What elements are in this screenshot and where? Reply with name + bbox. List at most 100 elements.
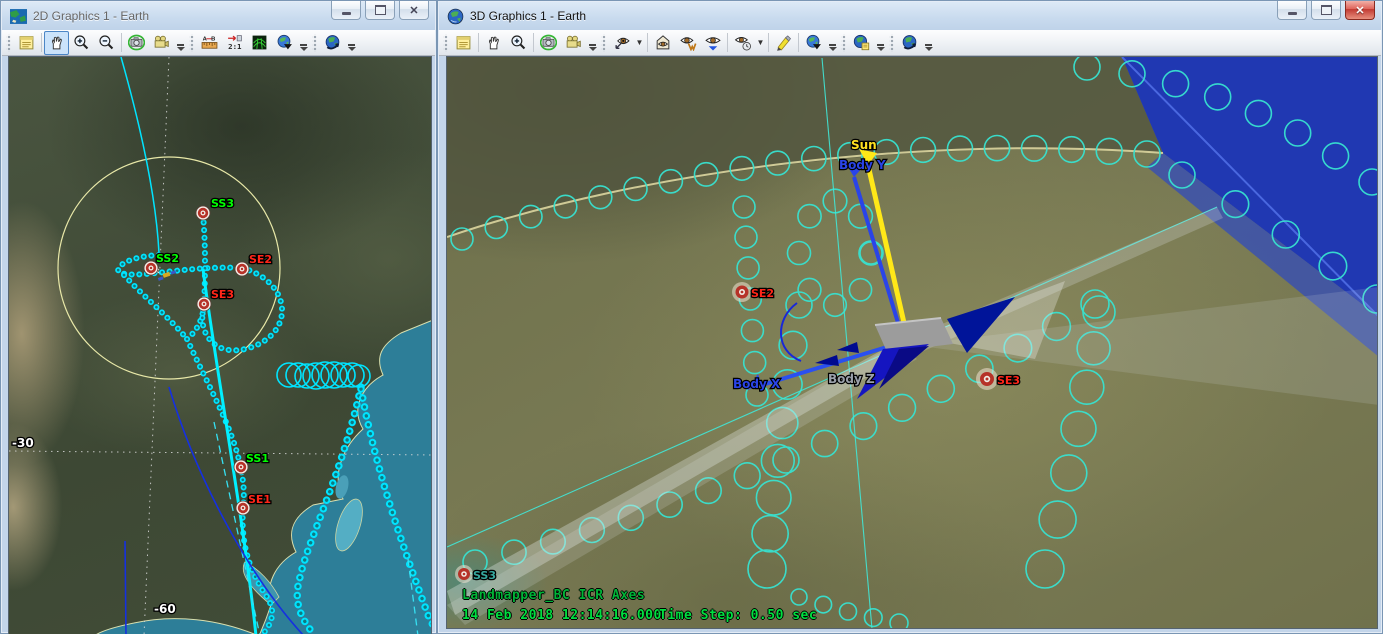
axes-status-label: Landmapper_BC ICR Axes (462, 588, 645, 603)
view-time-eye-icon (734, 34, 752, 51)
pan-button[interactable] (481, 31, 506, 55)
satellite-marker[interactable] (976, 368, 998, 390)
view-from-dropdown[interactable]: ▼ (634, 32, 645, 54)
zoom-in-button[interactable] (69, 31, 94, 55)
snapshot-camera-icon (540, 34, 557, 51)
toolbar-overflow-button[interactable] (345, 32, 358, 54)
view-time-options-button[interactable] (730, 31, 755, 55)
center-globe-icon (276, 34, 293, 51)
center-on-globe-button[interactable] (801, 31, 826, 55)
restore-button[interactable] (1311, 1, 1341, 20)
toolbar-grip[interactable] (889, 34, 894, 52)
overflow-arrow-icon (589, 47, 597, 51)
satellite-marker[interactable] (197, 297, 211, 311)
overflow-arrow-icon (177, 47, 185, 51)
toolbar-grip[interactable] (601, 34, 606, 52)
body-y-label: Body Y (839, 158, 886, 172)
zoom-in-button[interactable] (506, 31, 531, 55)
center-on-globe-button[interactable] (272, 31, 297, 55)
overflow-icon (589, 44, 596, 46)
record-movie-button[interactable] (561, 31, 586, 55)
toolbar-separator (121, 33, 122, 52)
zoom-out-icon (98, 34, 115, 51)
caption-buttons-3d: ✕ (1277, 1, 1375, 20)
overflow-icon (877, 44, 884, 46)
restore-button[interactable] (365, 1, 395, 20)
globe-contents-button[interactable] (849, 31, 874, 55)
window-3d-graphics: 3D Graphics 1 - Earth ✕ (437, 0, 1383, 634)
pan-hand-icon (485, 34, 502, 51)
home-view-eye-icon (654, 34, 672, 51)
globe-manager-button[interactable] (320, 31, 345, 55)
time-step-label: Time Step: 0.50 sec (659, 608, 817, 623)
satellite-marker[interactable] (455, 565, 473, 583)
overflow-arrow-icon (925, 47, 933, 51)
toolbar-2d: A B 2:1 (2, 30, 435, 56)
zoom-to-view-button[interactable] (700, 31, 725, 55)
globe-manager-icon (324, 34, 341, 51)
view-3d-viewport[interactable]: Sun Body Y Body X Body Z SE2 SE3 SS3 Lan… (446, 56, 1378, 629)
zoom-ratio-button[interactable]: 2:1 (222, 31, 247, 55)
svg-text:A: A (203, 36, 208, 42)
toolbar-overflow-button[interactable] (874, 32, 887, 54)
satellite-model[interactable] (747, 149, 1015, 399)
scenario-time-label: 14 Feb 2018 12:14:16.000 (462, 608, 662, 623)
snapshot-button[interactable] (124, 31, 149, 55)
properties-button[interactable] (451, 31, 476, 55)
minimize-button[interactable] (1277, 1, 1307, 20)
satellite-marker[interactable] (196, 206, 210, 220)
stored-views-eye-icon (679, 34, 697, 51)
overflow-arrow-icon (300, 47, 308, 51)
toolbar-grip[interactable] (312, 34, 317, 52)
toolbar-separator (798, 33, 799, 52)
satellite-label: SS3 (473, 569, 496, 582)
toolbar-grip[interactable] (443, 34, 448, 52)
restore-icon (375, 5, 386, 15)
toolbar-overflow-button[interactable] (922, 32, 935, 54)
zoom-in-icon (73, 34, 90, 51)
stored-views-button[interactable] (675, 31, 700, 55)
overflow-icon (348, 44, 355, 46)
measure-distance-button[interactable]: A B (197, 31, 222, 55)
overflow-icon (925, 44, 932, 46)
home-view-button[interactable] (650, 31, 675, 55)
map-2d-viewport[interactable]: SS3 SS2 SE2 SE3 SS1 SE1 -30 -60 (8, 56, 432, 634)
record-movie-button[interactable] (149, 31, 174, 55)
meridian-line (144, 57, 169, 634)
overflow-icon (177, 44, 184, 46)
minimize-button[interactable] (331, 1, 361, 20)
toolbar-separator (533, 33, 534, 52)
pencil-icon (775, 34, 792, 51)
view-from-button[interactable] (609, 31, 634, 55)
center-globe-icon (805, 34, 822, 51)
titlebar-3d[interactable]: 3D Graphics 1 - Earth (439, 2, 1381, 30)
toolbar-overflow-button[interactable] (297, 32, 310, 54)
body-x-label: Body X (733, 377, 781, 391)
globe-manager-button[interactable] (897, 31, 922, 55)
view-from-eye-icon (613, 34, 631, 51)
zoom-to-eye-icon (704, 34, 722, 51)
view-time-dropdown[interactable]: ▼ (755, 32, 766, 54)
zoom-out-button[interactable] (94, 31, 119, 55)
svg-text:2:1: 2:1 (228, 42, 242, 51)
edit-graphics-button[interactable] (771, 31, 796, 55)
pan-button[interactable] (44, 31, 69, 55)
map-graphics-icon (251, 34, 268, 51)
satellite-marker[interactable] (235, 262, 249, 276)
close-button[interactable]: ✕ (399, 1, 429, 20)
toolbar-grip[interactable] (841, 34, 846, 52)
toolbar-grip[interactable] (189, 34, 194, 52)
toolbar-grip[interactable] (6, 34, 11, 52)
measure-ruler-icon: A B (201, 34, 218, 51)
map-graphics-button[interactable] (247, 31, 272, 55)
sun-vector (868, 165, 907, 336)
toolbar-overflow-button[interactable] (826, 32, 839, 54)
properties-button[interactable] (14, 31, 39, 55)
snapshot-button[interactable] (536, 31, 561, 55)
record-movie-icon (153, 34, 170, 51)
satellite-marker[interactable] (732, 282, 752, 302)
toolbar-overflow-button[interactable] (174, 32, 187, 54)
close-button[interactable]: ✕ (1345, 1, 1375, 20)
toolbar-overflow-button[interactable] (586, 32, 599, 54)
close-icon: ✕ (1355, 4, 1364, 17)
